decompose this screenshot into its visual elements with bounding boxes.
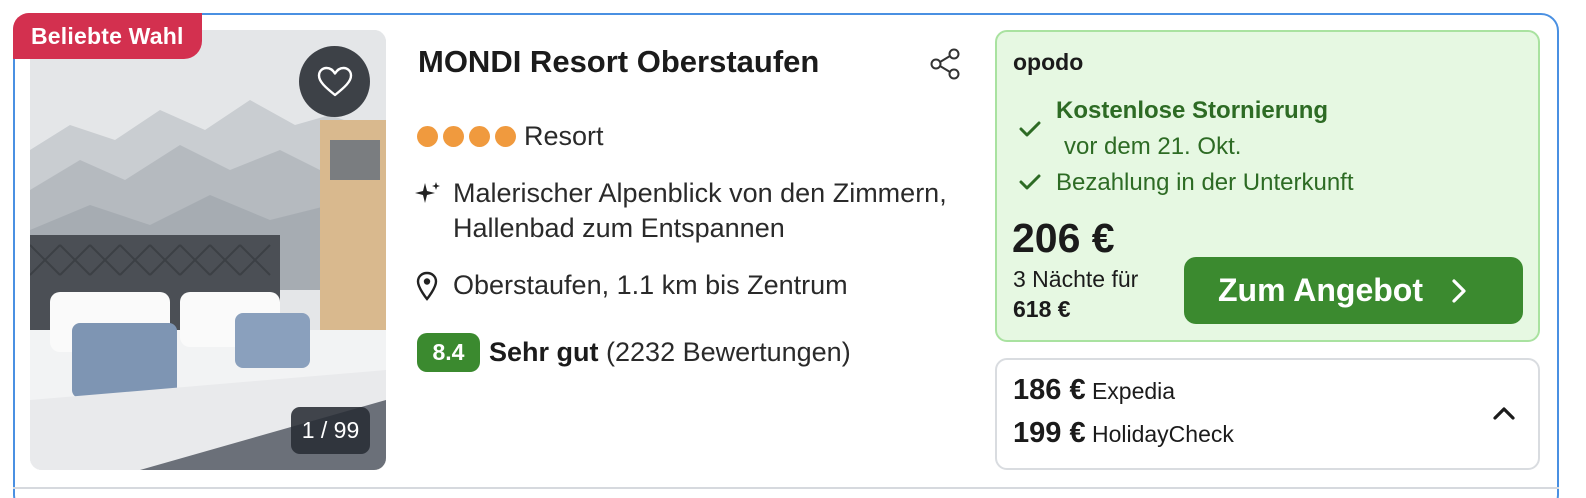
accommodation-type: Resort [524,121,604,151]
hotel-highlight: Malerischer Alpenblick von den Zimmern, … [453,178,947,243]
chevron-up-icon[interactable] [1491,403,1517,423]
hotel-location[interactable]: Oberstaufen, 1.1 km bis Zentrum [453,270,848,301]
photo-counter: 1 / 99 [291,407,370,454]
view-offer-label: Zum Angebot [1218,272,1423,308]
rating-score: 8.4 [417,333,480,372]
check-icon [1019,121,1041,137]
star-icon [417,126,438,147]
rating-word: Sehr gut [489,337,599,367]
favorite-button[interactable] [299,46,370,117]
star-icon [495,126,516,147]
alternative-offer-row[interactable]: 199 € HolidayCheck [1013,417,1234,450]
popular-badge: Beliebte Wahl [13,13,202,59]
alternative-provider: HolidayCheck [1091,421,1234,447]
star-icon [469,126,490,147]
alternative-offer-row[interactable]: 186 € Expedia [1013,374,1175,407]
hotel-title[interactable]: MONDI Resort Oberstaufen [418,44,819,80]
offer-provider: opodo [1013,49,1084,75]
check-icon [1019,174,1041,190]
review-count: (2232 Bewertungen) [606,337,851,367]
total-price: 618 € [1013,296,1071,322]
star-rating [417,126,516,147]
chevron-right-icon [1452,278,1466,303]
alternative-provider: Expedia [1091,378,1176,404]
star-icon [443,126,464,147]
nights-label: 3 Nächte für [1013,266,1139,292]
cancellation-deadline: vor dem 21. Okt. [1064,133,1242,160]
alternative-price: 186 € [1013,374,1086,406]
alternative-price: 199 € [1013,417,1086,449]
sparkle-icon [415,182,440,203]
share-button[interactable] [928,47,962,81]
payment-at-property-label: Bezahlung in der Unterkunft [1056,169,1354,196]
free-cancellation-label: Kostenlose Stornierung [1056,97,1329,124]
nightly-price: 206 € [1012,215,1115,261]
divider [13,487,1559,489]
map-pin-icon [416,271,438,301]
heart-icon [317,66,352,96]
rating-summary[interactable]: Sehr gut (2232 Bewertungen) [489,337,851,368]
view-offer-button[interactable]: Zum Angebot [1184,257,1523,324]
share-icon [930,48,960,80]
